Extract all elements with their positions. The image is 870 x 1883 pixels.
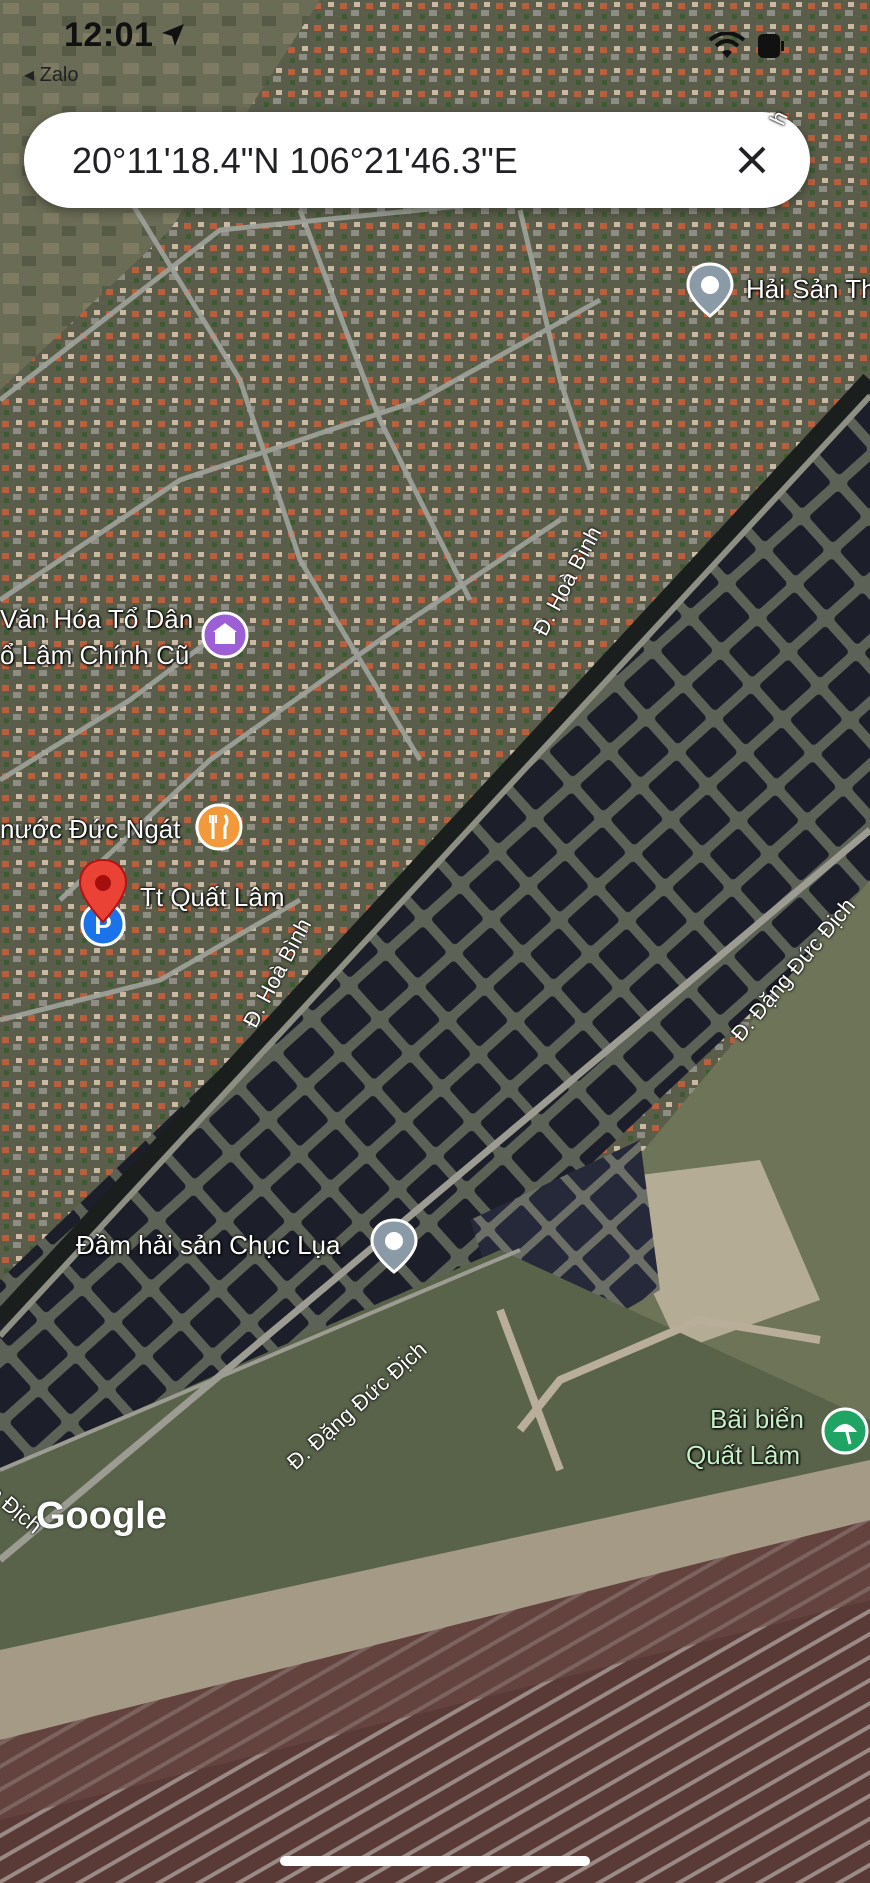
- satellite-map[interactable]: 12:01 ◂ Zalo 20°11'18.4"N 106°21'46.3"E …: [0, 0, 870, 1883]
- wifi-icon: [708, 32, 746, 58]
- restaurant-pin-icon[interactable]: [194, 802, 244, 856]
- dropped-pin-icon[interactable]: P: [74, 858, 132, 948]
- location-arrow-icon: [162, 24, 184, 46]
- attraction-pin-icon[interactable]: [200, 610, 250, 666]
- place-label-tt-quat-lam[interactable]: Tt Quất Lâm: [140, 882, 285, 913]
- coordinate-search-bar[interactable]: 20°11'18.4"N 106°21'46.3"E: [24, 112, 810, 208]
- google-logo: Google: [36, 1495, 167, 1537]
- place-label-dam-hai-san[interactable]: Đầm hải sản Chục Lụa: [76, 1230, 340, 1261]
- place-pin-icon[interactable]: [686, 262, 734, 318]
- place-label-hai-san[interactable]: Hải Sản Th: [746, 274, 870, 305]
- status-bar: 12:01 ◂ Zalo: [0, 0, 870, 86]
- home-indicator[interactable]: [280, 1856, 590, 1866]
- place-label-van-hoa-1[interactable]: Văn Hóa Tổ Dân: [0, 604, 193, 635]
- back-to-app-link[interactable]: ◂ Zalo: [24, 62, 79, 87]
- status-time: 12:01: [64, 16, 154, 54]
- beach-pin-icon[interactable]: [820, 1406, 870, 1456]
- place-label-van-hoa-2[interactable]: ổ Lâm Chính Cũ: [0, 640, 189, 671]
- place-label-duc-ngat[interactable]: nước Đức Ngát: [0, 814, 180, 845]
- place-pin-icon[interactable]: [370, 1218, 418, 1274]
- close-icon[interactable]: [728, 136, 776, 184]
- battery-icon: [758, 34, 784, 58]
- place-label-bai-bien-2[interactable]: Quất Lâm: [686, 1440, 800, 1471]
- coordinates-text[interactable]: 20°11'18.4"N 106°21'46.3"E: [72, 140, 518, 182]
- place-label-bai-bien-1[interactable]: Bãi biển: [710, 1404, 804, 1435]
